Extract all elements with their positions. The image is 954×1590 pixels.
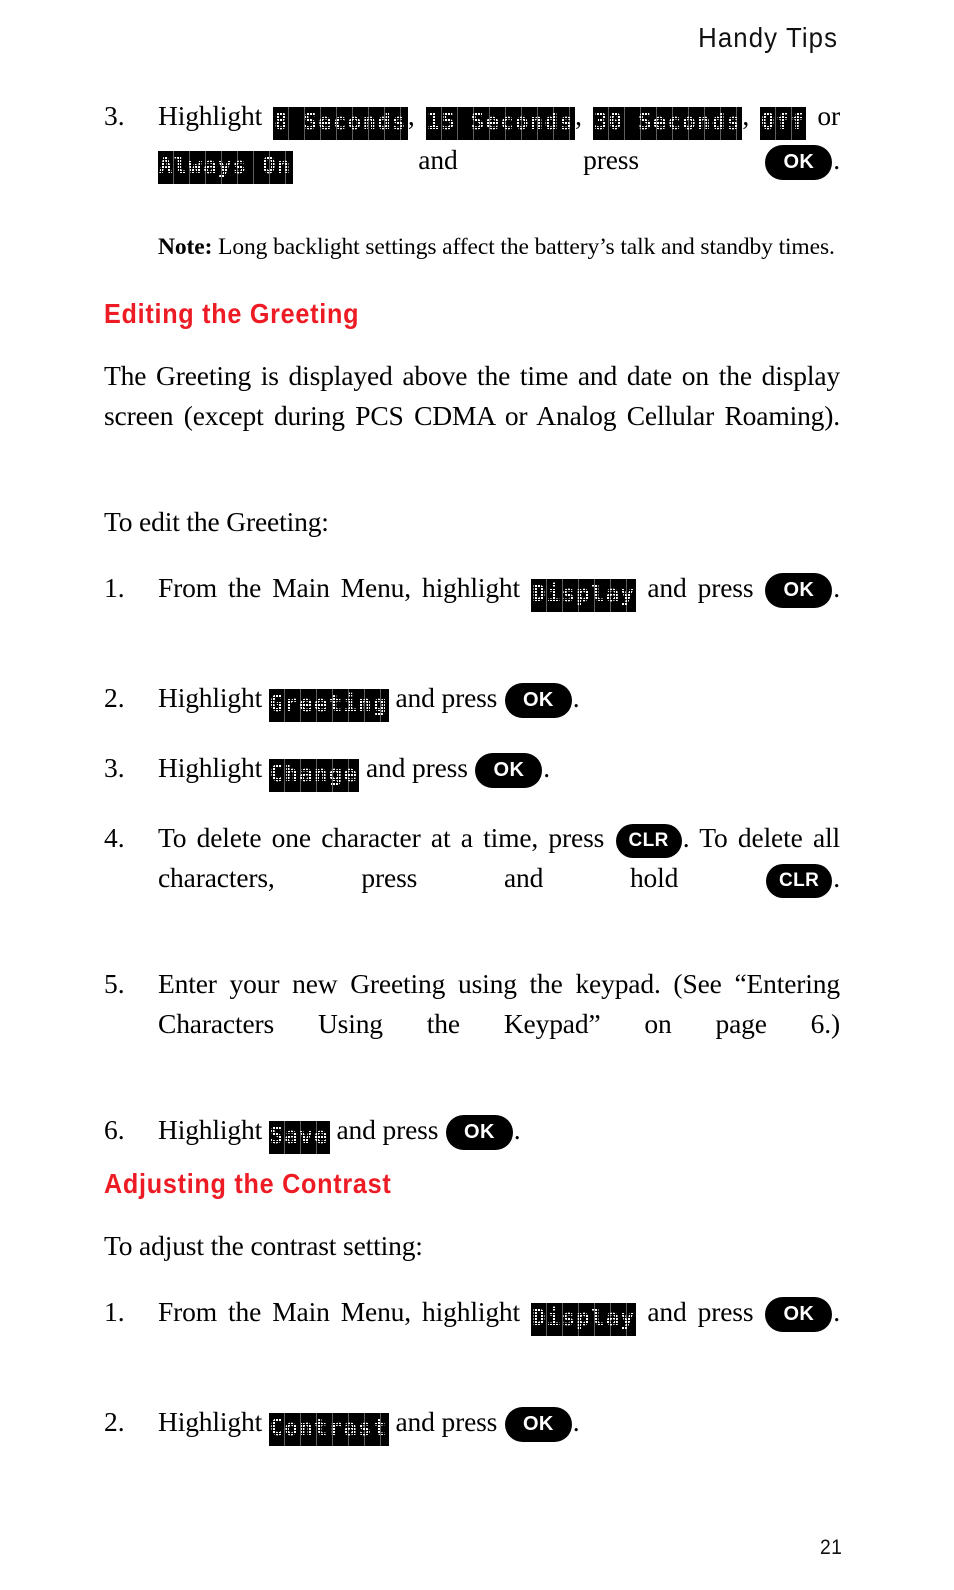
step-text-before: Highlight xyxy=(158,752,269,783)
step-text: Highlight Save and press OK. xyxy=(158,1110,840,1154)
list-item: 3. Highlight Change and press OK. xyxy=(104,748,840,792)
or-separator: or xyxy=(806,100,841,131)
period: . xyxy=(572,682,580,713)
step-text: From the Main Menu, highlight Display an… xyxy=(158,568,840,652)
step-text: To delete one character at a time, press… xyxy=(158,818,840,938)
key-clr[interactable]: CLR xyxy=(615,824,682,858)
step-text-middle: and press xyxy=(329,1114,445,1145)
body-column: 3. Highlight 8 Seconds, 15 Seconds, 30 S… xyxy=(104,96,840,1446)
step-text: Highlight 8 Seconds, 15 Seconds, 30 Seco… xyxy=(158,96,840,224)
key-ok[interactable]: OK xyxy=(445,1115,513,1150)
period: . xyxy=(543,752,551,783)
key-ok[interactable]: OK xyxy=(475,753,543,788)
key-ok[interactable]: OK xyxy=(765,573,833,608)
step-text: From the Main Menu, highlight Display an… xyxy=(158,1292,840,1376)
step-number: 2. xyxy=(104,1406,125,1437)
step-text-middle: and press xyxy=(388,1406,504,1437)
step-text-middle: and press xyxy=(636,572,765,603)
step-text-middle: and press xyxy=(636,1296,765,1327)
page-number: 21 xyxy=(819,1536,842,1559)
step-number: 4. xyxy=(104,822,125,853)
lcd-badge-15-seconds: 15 Seconds xyxy=(425,107,576,140)
lcd-badge-display: Display xyxy=(531,1303,637,1336)
step-number: 1. xyxy=(104,572,125,603)
note-text: Note: Long backlight settings affect the… xyxy=(158,224,840,270)
period: . xyxy=(572,1406,580,1437)
period: . xyxy=(833,862,840,893)
lcd-badge-always-on: Always On xyxy=(158,151,293,184)
period: . xyxy=(833,144,840,175)
note-label: Note: xyxy=(158,234,213,260)
step-text: Highlight Contrast and press OK. xyxy=(158,1402,840,1446)
step-number: 3. xyxy=(104,752,125,783)
backlight-steps-list: 3. Highlight 8 Seconds, 15 Seconds, 30 S… xyxy=(104,96,840,224)
list-item: 6. Highlight Save and press OK. xyxy=(104,1110,840,1154)
step-number: 3. xyxy=(104,100,125,131)
key-ok[interactable]: OK xyxy=(504,683,572,718)
lead-in-edit-greeting: To edit the Greeting: xyxy=(104,506,329,537)
lcd-badge-display: Display xyxy=(531,579,637,612)
lcd-badge-off: Off xyxy=(760,107,807,140)
document-page: Handy Tips 3. Highlight 8 Seconds, 15 Se… xyxy=(0,0,954,1590)
period: . xyxy=(833,1296,840,1327)
step-text-before: From the Main Menu, highlight xyxy=(158,572,532,603)
contrast-steps-list: 1. From the Main Menu, highlight Display… xyxy=(104,1292,840,1446)
key-ok[interactable]: OK xyxy=(504,1407,572,1442)
step-text-before: From the Main Menu, highlight xyxy=(158,1296,532,1327)
step-text-before: Highlight xyxy=(158,1406,269,1437)
running-head: Handy Tips xyxy=(698,22,838,53)
comma-1: , xyxy=(407,100,426,131)
heading-editing-the-greeting: Editing the Greeting xyxy=(104,298,360,329)
period: . xyxy=(513,1114,521,1145)
step-text-before: To delete one character at a time, press xyxy=(158,822,615,853)
greeting-steps-list: 1. From the Main Menu, highlight Display… xyxy=(104,568,840,1154)
period: . xyxy=(833,572,840,603)
step-number: 5. xyxy=(104,968,125,999)
step-number: 2. xyxy=(104,682,125,713)
key-ok[interactable]: OK xyxy=(765,145,833,180)
step-text-before: Highlight xyxy=(158,1114,269,1145)
comma-2: , xyxy=(575,100,593,131)
step-text: Highlight Greeting and press OK. xyxy=(158,678,840,722)
step-number: 6. xyxy=(104,1114,125,1145)
note-block: Note: Long backlight settings affect the… xyxy=(104,224,840,270)
key-ok[interactable]: OK xyxy=(765,1297,833,1332)
step-text-before: Highlight xyxy=(158,682,269,713)
heading-adjusting-the-contrast: Adjusting the Contrast xyxy=(104,1168,392,1199)
lcd-badge-greeting: Greeting xyxy=(268,689,389,722)
lcd-badge-30-seconds: 30 Seconds xyxy=(592,107,743,140)
step-text-middle: and press xyxy=(388,682,504,713)
step-text: Enter your new Greeting using the keypad… xyxy=(158,968,840,1039)
key-clr-hold[interactable]: CLR xyxy=(766,864,833,898)
list-item: 1. From the Main Menu, highlight Display… xyxy=(104,1292,840,1376)
step-text-middle: and press xyxy=(359,752,475,783)
lcd-badge-change: Change xyxy=(268,759,360,792)
step-text-before: Highlight xyxy=(158,100,274,131)
list-item: 4. To delete one character at a time, pr… xyxy=(104,818,840,938)
note-body: Long backlight settings affect the batte… xyxy=(212,234,835,260)
list-item: 5. Enter your new Greeting using the key… xyxy=(104,964,840,1084)
step-text: Highlight Change and press OK. xyxy=(158,748,840,792)
list-item: 2. Highlight Greeting and press OK. xyxy=(104,678,840,722)
step-number: 1. xyxy=(104,1296,125,1327)
lead-in-adjust-contrast: To adjust the contrast setting: xyxy=(104,1230,423,1261)
paragraph-greeting-description: The Greeting is displayed above the time… xyxy=(104,360,840,431)
lcd-badge-save: Save xyxy=(268,1121,330,1154)
lcd-badge-contrast: Contrast xyxy=(268,1413,389,1446)
list-item: 3. Highlight 8 Seconds, 15 Seconds, 30 S… xyxy=(104,96,840,224)
list-item: 2. Highlight Contrast and press OK. xyxy=(104,1402,840,1446)
list-item: 1. From the Main Menu, highlight Display… xyxy=(104,568,840,652)
comma-3: , xyxy=(742,100,761,131)
step-text-after: and press xyxy=(292,144,765,175)
lcd-badge-8-seconds: 8 Seconds xyxy=(273,107,408,140)
